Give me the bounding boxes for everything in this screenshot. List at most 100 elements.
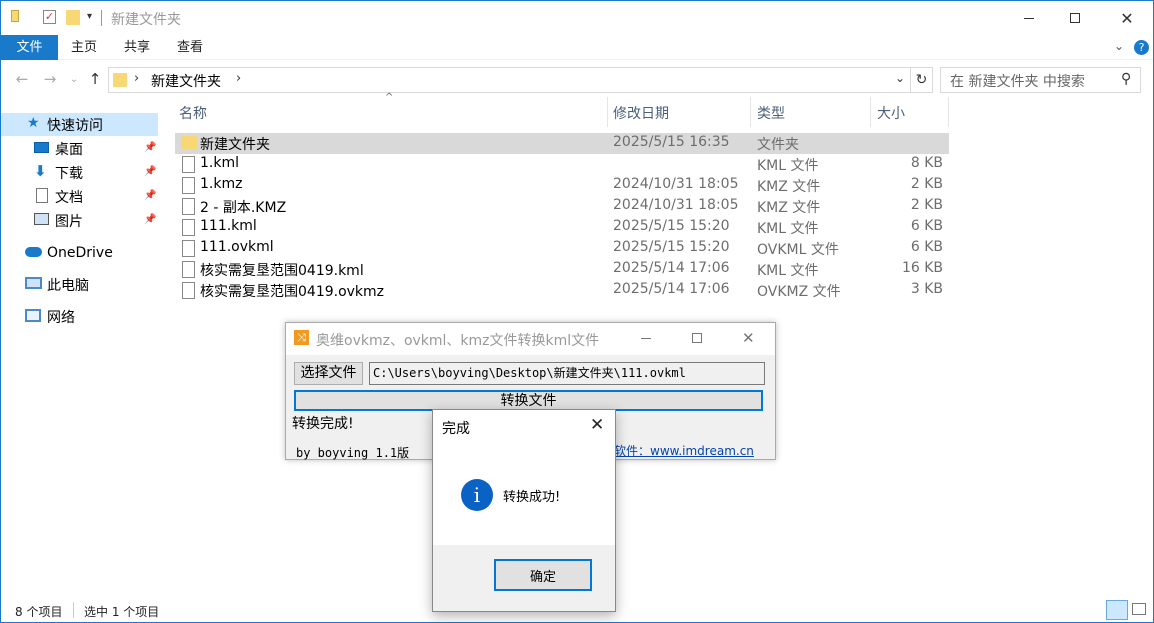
sidebar-item-label: 图片: [55, 213, 83, 230]
file-row[interactable]: 1.kmz 2024/10/31 18:05 KMZ 文件 2 KB: [175, 175, 949, 196]
ribbon: 文件 主页 共享 查看 ⌄ ?: [1, 35, 1153, 60]
column-header-name[interactable]: 名称: [179, 103, 207, 123]
sidebar-item-network[interactable]: 网络: [1, 305, 158, 328]
file-name: 111.kml: [200, 218, 257, 234]
folder-row[interactable]: 新建文件夹 2025/5/15 16:35 文件夹: [175, 133, 949, 154]
pin-icon: 📌: [144, 166, 157, 177]
file-type: KML 文件: [757, 158, 819, 174]
file-modified: 2025/5/14 17:06: [613, 260, 730, 276]
converter-close-button[interactable]: ✕: [742, 329, 755, 347]
file-icon: [182, 177, 195, 194]
properties-icon[interactable]: ✓: [43, 10, 56, 24]
back-button[interactable]: ←: [11, 68, 33, 90]
file-row[interactable]: 核实需复垦范围0419.ovkmz 2025/5/14 17:06 OVKMZ 文件…: [175, 280, 949, 301]
sidebar-item-downloads[interactable]: ⬇ 下载 📌: [1, 161, 158, 184]
sidebar-item-this-pc[interactable]: 此电脑: [1, 273, 158, 296]
converter-maximize-button[interactable]: [692, 333, 702, 343]
details-view-icon[interactable]: [1106, 600, 1128, 620]
website-link[interactable]: 软件：www.imdream.cn: [614, 442, 754, 459]
address-dropdown-icon[interactable]: ⌄: [895, 71, 905, 85]
convert-file-button[interactable]: 转换文件: [294, 390, 763, 411]
choose-file-button[interactable]: 选择文件: [294, 362, 363, 385]
navigation-pane: ★ 快速访问 桌面 📌 ⬇ 下载 📌 文档 📌 图片 📌 OneDrive 此电…: [1, 95, 159, 595]
network-icon: [25, 309, 41, 322]
converter-title: 奥维ovkmz、ovkml、kmz文件转换kml文件: [316, 333, 600, 349]
column-divider: [948, 97, 949, 127]
ok-button[interactable]: 确定: [494, 559, 592, 591]
address-bar[interactable]: › 新建文件夹 › ⌄: [108, 67, 911, 93]
file-type: KMZ 文件: [757, 200, 821, 216]
chevron-down-icon: ⌄: [69, 73, 79, 85]
file-name: 111.ovkml: [200, 239, 274, 255]
sidebar-item-pictures[interactable]: 图片 📌: [1, 209, 158, 232]
folder-icon: [181, 136, 197, 149]
dialog-title: 完成: [442, 421, 470, 437]
maximize-button[interactable]: [1052, 1, 1098, 35]
refresh-button[interactable]: ↻: [911, 67, 933, 93]
new-folder-icon[interactable]: [66, 10, 80, 25]
column-header-modified[interactable]: 修改日期: [613, 103, 669, 123]
sidebar-item-desktop[interactable]: 桌面 📌: [1, 137, 158, 160]
tab-file[interactable]: 文件: [1, 35, 58, 60]
dialog-message: 转换成功!: [503, 490, 561, 505]
minimize-button[interactable]: [1006, 1, 1052, 35]
column-divider: [607, 97, 608, 127]
sidebar-item-quick-access[interactable]: ★ 快速访问: [1, 113, 158, 136]
sidebar-item-label: OneDrive: [47, 244, 113, 261]
file-size: 8 KB: [910, 155, 943, 171]
recent-locations-button[interactable]: ⌄: [63, 68, 85, 90]
minimize-icon: [1024, 17, 1034, 19]
search-input[interactable]: 在 新建文件夹 中搜索 ⚲: [940, 67, 1141, 93]
file-row[interactable]: 111.ovkml 2025/5/15 15:20 OVKML 文件 6 KB: [175, 238, 949, 259]
window-title: 新建文件夹: [111, 12, 181, 28]
large-icons-view-icon[interactable]: [1132, 603, 1146, 615]
close-button[interactable]: ✕: [1104, 1, 1150, 35]
file-row[interactable]: 核实需复垦范围0419.kml 2025/5/14 17:06 KML 文件 16 K…: [175, 259, 949, 280]
selected-count: 选中 1 个项目: [84, 605, 160, 619]
file-type: 文件夹: [757, 137, 799, 153]
tab-share[interactable]: 共享: [112, 35, 162, 60]
maximize-icon: [1070, 13, 1080, 23]
file-row[interactable]: 2 - 副本.KMZ 2024/10/31 18:05 KMZ 文件 2 KB: [175, 196, 949, 217]
column-header-type[interactable]: 类型: [757, 103, 785, 123]
file-path-field[interactable]: C:\Users\boyving\Desktop\新建文件夹\111.ovkml: [369, 362, 765, 385]
file-icon: [182, 219, 195, 236]
cloud-icon: [25, 247, 42, 257]
file-row[interactable]: 111.kml 2025/5/15 15:20 KML 文件 6 KB: [175, 217, 949, 238]
file-type: KMZ 文件: [757, 179, 821, 195]
customize-toolbar-icon[interactable]: ▾: [87, 11, 92, 22]
file-row[interactable]: 1.kml KML 文件 8 KB: [175, 154, 949, 175]
file-modified: 2025/5/15 15:20: [613, 218, 730, 234]
sidebar-item-onedrive[interactable]: OneDrive: [1, 241, 158, 264]
tab-view[interactable]: 查看: [165, 35, 215, 60]
refresh-icon: ↻: [915, 72, 928, 88]
column-divider: [750, 97, 751, 127]
file-icon: [182, 261, 195, 278]
star-icon: ★: [27, 115, 40, 131]
sidebar-item-documents[interactable]: 文档 📌: [1, 185, 158, 208]
picture-icon: [34, 213, 49, 225]
folder-quick-icon: [11, 10, 19, 22]
expand-ribbon-icon[interactable]: ⌄: [1114, 39, 1124, 53]
file-modified: 2025/5/14 17:06: [613, 281, 730, 297]
address-row: ← → ⌄ ↑ › 新建文件夹 › ⌄ ↻ 在 新建文件夹 中搜索 ⚲: [1, 63, 1153, 95]
forward-button[interactable]: →: [39, 68, 61, 90]
dialog-close-button[interactable]: ✕: [590, 415, 604, 435]
converter-minimize-button[interactable]: [641, 338, 651, 339]
help-icon[interactable]: ?: [1134, 40, 1149, 55]
file-type: OVKMZ 文件: [757, 284, 841, 300]
breadcrumb-separator-icon: ›: [236, 71, 242, 86]
tab-home[interactable]: 主页: [59, 35, 109, 60]
file-icon: [182, 282, 195, 299]
status-separator: [73, 602, 74, 618]
up-arrow-icon: ↑: [88, 70, 102, 88]
sidebar-item-label: 下载: [55, 165, 83, 182]
dialog-footer: 确定: [433, 545, 615, 611]
breadcrumb-current[interactable]: 新建文件夹: [151, 71, 221, 91]
up-button[interactable]: ↑: [84, 68, 106, 90]
column-header-size[interactable]: 大小: [877, 103, 905, 123]
file-type: KML 文件: [757, 263, 819, 279]
file-size: 6 KB: [910, 239, 943, 255]
file-name: 新建文件夹: [200, 137, 270, 153]
search-icon[interactable]: ⚲: [1121, 71, 1131, 87]
